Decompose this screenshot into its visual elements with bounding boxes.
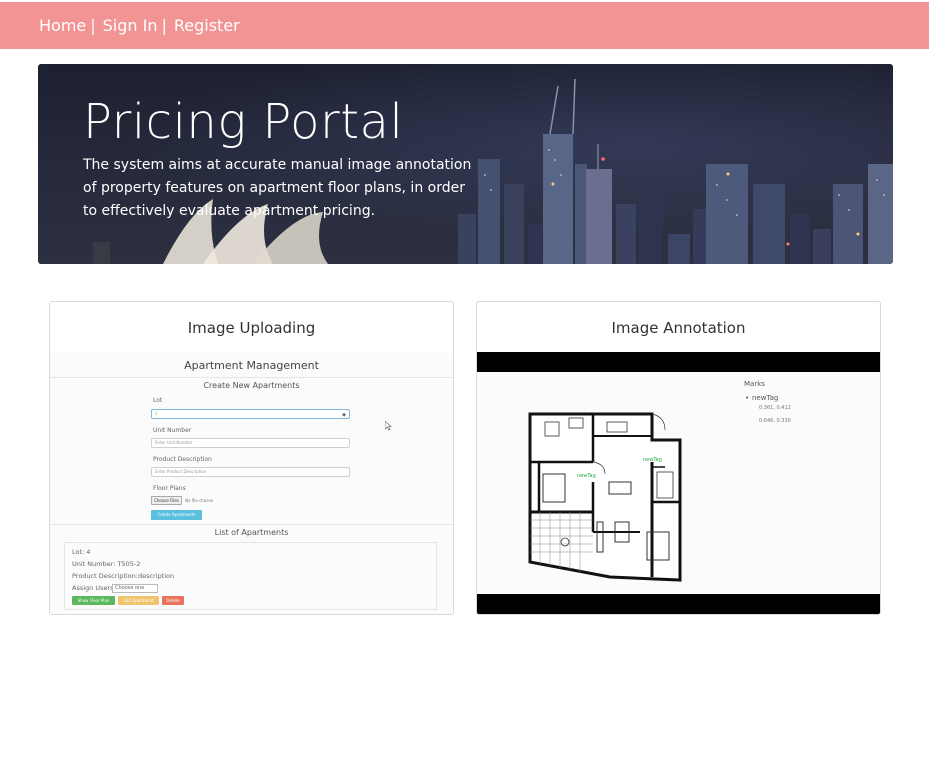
apartment-list-item: Lot: 4 Unit Number: T505-2 Product Descr… bbox=[64, 542, 437, 610]
marks-heading: Marks bbox=[744, 380, 765, 388]
delete-button: Delete bbox=[162, 596, 184, 605]
unit-number-field: Enter Unit Number bbox=[151, 438, 350, 448]
unit-number-label: Unit Number bbox=[153, 427, 192, 434]
apartment-unit-number: Unit Number: T505-2 bbox=[72, 560, 141, 568]
nav-home-link[interactable]: Home bbox=[39, 16, 86, 35]
card-title-annotation: Image Annotation bbox=[611, 319, 746, 337]
bullet-icon: • bbox=[745, 394, 750, 402]
edit-apartment-button: Edit Apartment bbox=[118, 596, 159, 605]
image-annotation-card[interactable]: Image Annotation Marks • newTag 0.361, 0… bbox=[476, 301, 881, 615]
lot-select: 1 ◆ bbox=[151, 409, 350, 419]
create-apartments-heading: Create New Apartments bbox=[203, 381, 300, 390]
product-description-label: Product Description bbox=[153, 456, 212, 463]
nav-register-link[interactable]: Register bbox=[174, 16, 240, 35]
plan-tag-1: newTag bbox=[577, 473, 596, 479]
divider bbox=[50, 524, 453, 525]
upload-screenshot: Apartment Management Create New Apartmen… bbox=[50, 353, 453, 614]
lot-label: Lot bbox=[153, 397, 163, 404]
floor-plans-label: Floor Plans bbox=[153, 485, 186, 492]
no-file-text: No file chosen bbox=[185, 498, 214, 503]
product-description-field: Enter Product Description bbox=[151, 467, 350, 477]
mouse-cursor-icon bbox=[385, 421, 392, 431]
floor-plan-image: newTag newTag bbox=[528, 412, 682, 582]
hero-description: The system aims at accurate manual image… bbox=[83, 157, 472, 219]
image-uploading-card[interactable]: Image Uploading Apartment Management Cre… bbox=[49, 301, 454, 615]
mark-coordinate-1: 0.361, 0.412 bbox=[759, 405, 791, 411]
apartment-management-heading: Apartment Management bbox=[184, 359, 319, 372]
navbar: Home | Sign In | Register bbox=[0, 2, 929, 49]
create-apartments-button: Create Apartments bbox=[151, 510, 202, 520]
list-of-apartments-heading: List of Apartments bbox=[214, 528, 289, 537]
assign-users-select: Choose one bbox=[112, 584, 158, 593]
lot-select-value: 1 bbox=[155, 411, 158, 416]
apartment-lot: Lot: 4 bbox=[72, 548, 91, 556]
nav-separator: | bbox=[90, 16, 96, 35]
page-title: Pricing Portal bbox=[83, 94, 404, 150]
nav-separator: | bbox=[161, 16, 167, 35]
annotation-screenshot: Marks • newTag 0.361, 0.412 0.646, 0.330 bbox=[477, 352, 880, 614]
apartment-description: Product Description:description bbox=[72, 572, 175, 580]
plan-tag-2: newTag bbox=[643, 457, 662, 463]
select-arrow-icon: ◆ bbox=[342, 412, 346, 418]
assign-users-label: Assign Users: bbox=[72, 584, 116, 592]
show-floor-plan-button: Show Floor Plan bbox=[72, 596, 115, 605]
choose-files-button: Choose Files bbox=[151, 496, 182, 505]
divider bbox=[50, 377, 453, 378]
hero-banner: Pricing Portal The system aims at accura… bbox=[38, 64, 893, 264]
annotation-canvas: Marks • newTag 0.361, 0.412 0.646, 0.330 bbox=[477, 372, 880, 594]
nav-sign-in-link[interactable]: Sign In bbox=[103, 16, 158, 35]
nav-links: Home | Sign In | Register bbox=[39, 16, 240, 35]
card-title-upload: Image Uploading bbox=[187, 319, 316, 337]
mark-coordinate-2: 0.646, 0.330 bbox=[759, 418, 791, 424]
mark-name: newTag bbox=[752, 394, 779, 402]
